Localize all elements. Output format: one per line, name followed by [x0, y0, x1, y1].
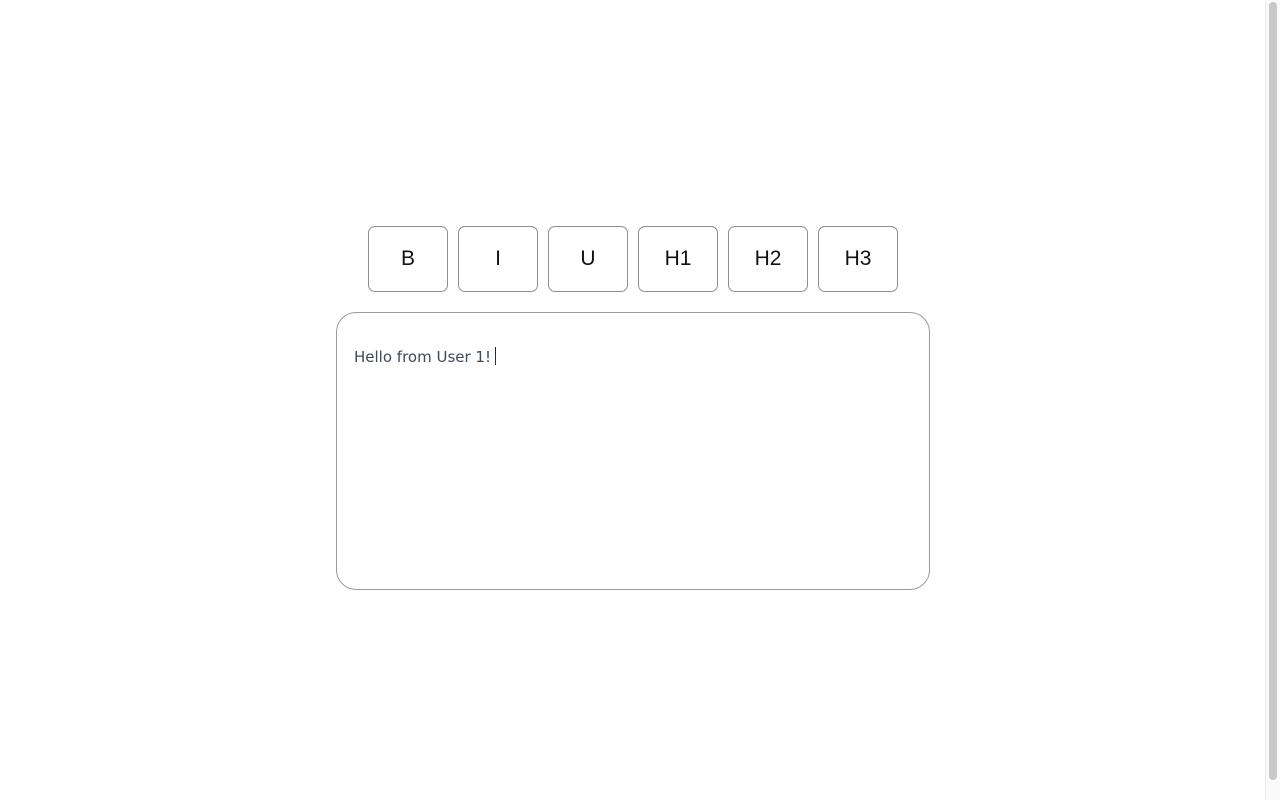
heading-1-button[interactable]: H1 [638, 226, 718, 292]
vertical-scrollbar[interactable] [1265, 0, 1280, 800]
text-caret [494, 347, 496, 365]
scrollbar-thumb[interactable] [1269, 2, 1277, 780]
italic-button[interactable]: I [458, 226, 538, 292]
formatting-toolbar: B I U H1 H2 H3 [368, 226, 898, 292]
page: B I U H1 H2 H3 Hello from User 1! [0, 0, 1280, 800]
heading-2-button[interactable]: H2 [728, 226, 808, 292]
rich-text-editor[interactable]: Hello from User 1! [336, 312, 930, 590]
underline-button[interactable]: U [548, 226, 628, 292]
editor-text: Hello from User 1! [354, 348, 491, 366]
bold-button[interactable]: B [368, 226, 448, 292]
heading-3-button[interactable]: H3 [818, 226, 898, 292]
editor-content-line[interactable]: Hello from User 1! [354, 347, 496, 366]
